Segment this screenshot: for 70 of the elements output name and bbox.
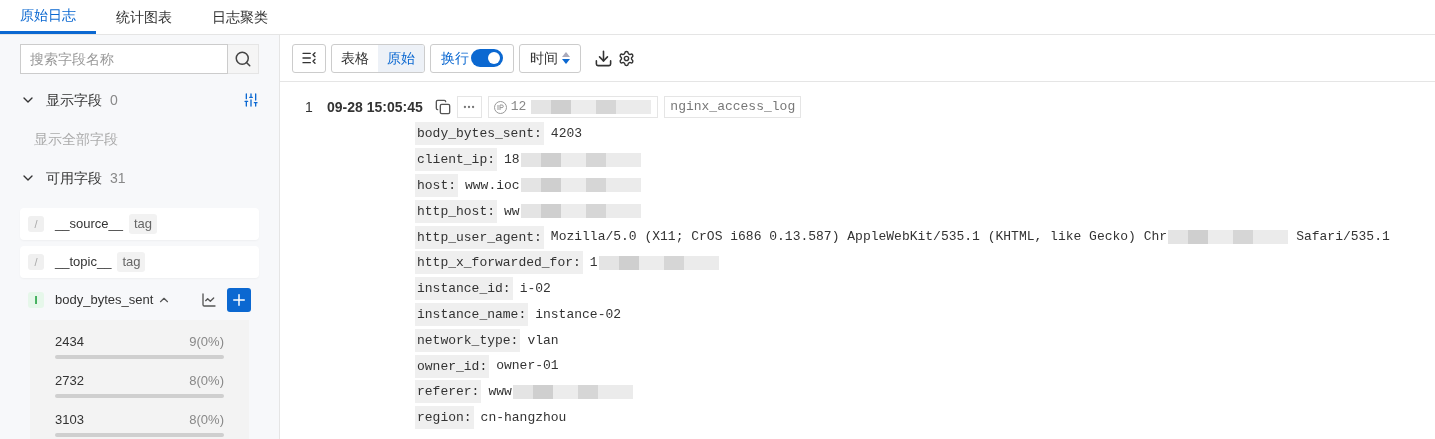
row-number: 1 [305,98,314,117]
field-value: i-02 [519,279,551,298]
field-key: host: [415,174,458,197]
search-field[interactable]: 搜索字段名称 [20,44,228,74]
field-value: cn-hangzhou [480,408,567,427]
view-mode-tab[interactable]: 表格 [332,44,378,72]
field-key: http_user_agent: [415,225,544,249]
sort-button[interactable]: 时间 [519,43,581,73]
value-label: 3103 [55,410,84,429]
field-value: Mozilla/5.0 (X11; CrOS i686 0.13.587) AppleWebKit/535.1 (KHTML, like Gecko) Chr [550,228,1168,247]
ip-text: 12 [510,98,527,117]
sort-icon [562,52,570,64]
value-count: 8(0%) [189,410,224,429]
field-key: network_type: [415,328,521,352]
field-value: 1 [589,254,598,273]
field-tag: tag [117,252,146,272]
field-key: region: [415,406,474,430]
field-name: __topic__ [55,253,112,272]
field-count: 0 [110,90,118,110]
section-title: 可用字段 [46,168,102,188]
field-value: Safari/535.1 [1296,228,1390,247]
copy-icon[interactable] [434,99,451,115]
value-count: 8(0%) [189,371,224,390]
toggle-switch[interactable] [471,49,503,67]
field-value: owner-01 [496,357,559,376]
field-value: instance-02 [535,305,622,324]
field-key: instance_id: [415,277,513,301]
field-card[interactable]: l body_bytes_sent 2434 9(0%) 2732 8(0%) 3103 8(0%) [20,284,259,439]
field-value: www.ioc [465,176,520,195]
section-title: 显示字段 [46,90,102,110]
field-key: instance_name: [415,302,529,326]
field-key: http_host: [415,199,497,223]
field-type-icon: / [28,254,44,270]
field-value: ww [504,202,520,221]
field-value: 4203 [550,125,583,144]
settings-icon[interactable] [618,49,635,67]
tab[interactable]: 日志聚类 [192,0,288,34]
view-mode-tab[interactable]: 原始 [378,44,424,72]
field-key: body_bytes_sent: [415,122,544,146]
field-card[interactable]: / __source__ tag [20,208,259,240]
field-key: referer: [415,380,482,404]
field-key: http_x_forwarded_for: [415,251,583,275]
show-all-fields-text: 显示全部字段 [34,129,118,149]
log-time: 09-28 15:05:45 [327,97,423,117]
chart-icon[interactable] [201,292,217,308]
field-card[interactable]: / __topic__ tag [20,246,259,278]
field-count: 31 [110,168,126,188]
field-name: body_bytes_sent [55,291,154,310]
field-value: 18 [504,150,520,169]
search-icon [234,50,252,68]
field-name: __source__ [55,215,123,234]
field-value: vlan [527,331,559,350]
plus-icon [230,291,248,309]
add-field-button[interactable] [227,288,251,312]
collapse-sidebar-button[interactable] [292,43,326,73]
field-tag: tag [128,214,158,234]
value-count: 9(0%) [189,332,224,351]
value-label: 2434 [55,332,84,351]
download-icon[interactable] [594,48,613,68]
field-key: client_ip: [415,148,497,172]
value-label: 2732 [55,371,84,390]
collapse-icon [301,50,317,66]
field-type-icon: / [28,216,44,232]
tab[interactable]: 统计图表 [96,0,192,34]
field-value: www [488,383,512,402]
field-type-icon: l [28,292,44,308]
source-tag: nginx_access_log [664,96,802,118]
search-button[interactable] [228,44,259,74]
field-key: owner_id: [415,354,490,378]
wrap-toggle[interactable]: 换行 [430,43,514,73]
